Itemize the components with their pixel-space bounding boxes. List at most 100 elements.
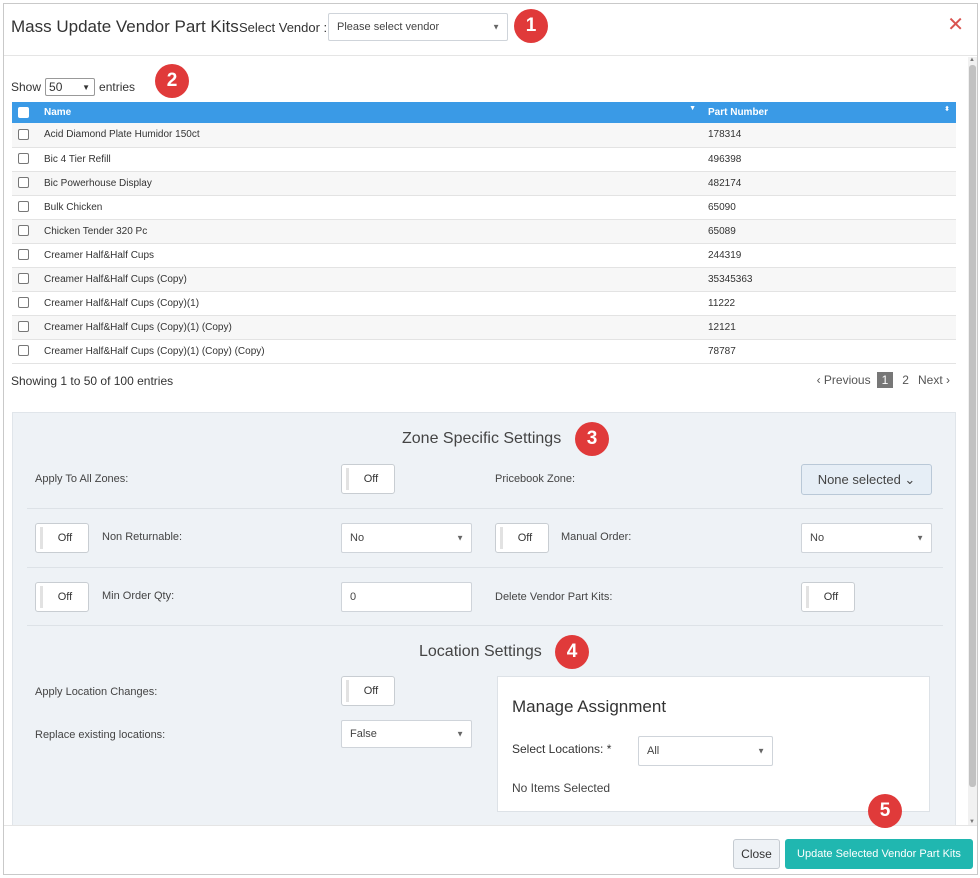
delete-vendor-part-kits-toggle[interactable]: Off bbox=[801, 582, 855, 612]
row-part-number: 11222 bbox=[708, 297, 736, 309]
row-name: Creamer Half&Half Cups bbox=[44, 249, 155, 261]
divider bbox=[27, 567, 943, 568]
zone-settings-title: Zone Specific Settings bbox=[402, 430, 562, 447]
entries-label: entries bbox=[99, 80, 136, 94]
pricebook-zone-label: Pricebook Zone: bbox=[495, 473, 576, 485]
update-selected-button[interactable]: Update Selected Vendor Part Kits bbox=[785, 839, 973, 869]
close-button[interactable]: Close bbox=[733, 839, 780, 869]
row-name: Creamer Half&Half Cups (Copy) bbox=[44, 273, 187, 285]
row-checkbox-cell bbox=[12, 339, 38, 363]
scrollbar-thumb[interactable] bbox=[969, 65, 976, 787]
row-checkbox[interactable] bbox=[18, 297, 29, 309]
row-part-number: 496398 bbox=[708, 153, 742, 165]
vendor-part-kits-table: Name ▼ Part Number ⬍ Acid Diamond Plate Hu… bbox=[12, 102, 956, 364]
row-checkbox-cell bbox=[12, 123, 38, 147]
divider bbox=[27, 508, 943, 509]
select-all-cell bbox=[12, 102, 38, 123]
row-checkbox[interactable] bbox=[18, 249, 29, 261]
row-checkbox[interactable] bbox=[18, 345, 29, 357]
table-row[interactable]: Acid Diamond Plate Humidor 150ct 178314 bbox=[12, 123, 956, 147]
previous-button[interactable]: ‹ Previous bbox=[817, 373, 871, 387]
step-badge-3: 3 bbox=[575, 422, 609, 456]
sort-desc-icon: ▼ bbox=[689, 105, 696, 112]
row-name: Bic 4 Tier Refill bbox=[44, 153, 111, 165]
vendor-select[interactable]: Please select vendor ▼ bbox=[328, 13, 508, 41]
non-returnable-toggle[interactable]: Off bbox=[35, 523, 89, 553]
table-row[interactable]: Chicken Tender 320 Pc 65089 bbox=[12, 219, 956, 243]
table-row[interactable]: Creamer Half&Half Cups (Copy)(1) (Copy) 1… bbox=[12, 315, 956, 339]
caret-down-icon: ▼ bbox=[82, 82, 91, 92]
row-name: Bic Powerhouse Display bbox=[44, 177, 152, 189]
row-checkbox[interactable] bbox=[18, 321, 29, 333]
row-part-number: 35345363 bbox=[708, 273, 753, 285]
row-part-number: 12121 bbox=[708, 321, 736, 333]
step-badge-4: 4 bbox=[555, 635, 589, 669]
close-icon[interactable]: ✕ bbox=[947, 15, 964, 35]
step-badge-2: 2 bbox=[155, 64, 189, 98]
row-name: Bulk Chicken bbox=[44, 201, 103, 213]
vertical-scrollbar[interactable]: ▲ ▼ bbox=[968, 57, 977, 825]
step-badge-5: 5 bbox=[868, 794, 902, 828]
row-checkbox[interactable] bbox=[18, 129, 29, 141]
select-locations-dropdown[interactable]: All ▼ bbox=[638, 736, 773, 766]
entries-select[interactable]: 50 ▼ bbox=[45, 78, 96, 96]
settings-panel: Zone Specific Settings 3 Apply To All Zo… bbox=[12, 412, 956, 825]
manual-order-toggle[interactable]: Off bbox=[495, 523, 549, 553]
replace-existing-locations-select[interactable]: False ▼ bbox=[341, 720, 472, 748]
table-row[interactable]: Creamer Half&Half Cups (Copy)(1) 11222 bbox=[12, 291, 956, 315]
select-locations-value: All bbox=[647, 745, 660, 757]
row-checkbox[interactable] bbox=[18, 273, 29, 285]
caret-down-icon: ▼ bbox=[456, 533, 464, 543]
scroll-up-icon[interactable]: ▲ bbox=[969, 57, 975, 63]
row-checkbox[interactable] bbox=[18, 225, 29, 237]
row-name: Chicken Tender 320 Pc bbox=[44, 225, 148, 237]
row-name: Creamer Half&Half Cups (Copy)(1) bbox=[44, 297, 200, 309]
manage-assignment-panel: Manage Assignment Select Locations: * Al… bbox=[497, 676, 930, 812]
delete-vendor-part-kits-label: Delete Vendor Part Kits: bbox=[495, 591, 613, 603]
row-checkbox-cell bbox=[12, 243, 38, 267]
caret-down-icon: ▼ bbox=[456, 729, 464, 739]
min-order-qty-toggle[interactable]: Off bbox=[35, 582, 89, 612]
table-row[interactable]: Creamer Half&Half Cups (Copy)(1) (Copy) … bbox=[12, 339, 956, 363]
row-part-number: 482174 bbox=[708, 177, 742, 189]
manage-assignment-title: Manage Assignment bbox=[512, 697, 667, 716]
min-order-qty-input[interactable]: 0 bbox=[341, 582, 472, 612]
page-1-button[interactable]: 1 bbox=[876, 372, 894, 388]
column-header-name[interactable]: Name ▼ bbox=[38, 102, 702, 123]
apply-location-changes-label: Apply Location Changes: bbox=[35, 686, 158, 698]
pricebook-zone-multiselect[interactable]: None selected ⌄ bbox=[801, 464, 932, 495]
table-row[interactable]: Creamer Half&Half Cups (Copy) 35345363 bbox=[12, 267, 956, 291]
min-order-qty-label: Min Order Qty: bbox=[102, 590, 175, 602]
apply-location-changes-toggle[interactable]: Off bbox=[341, 676, 395, 706]
modal-footer: Close Update Selected Vendor Part Kits bbox=[4, 825, 977, 874]
row-checkbox-cell bbox=[12, 219, 38, 243]
location-settings-title: Location Settings bbox=[419, 643, 542, 660]
column-header-part-number[interactable]: Part Number ⬍ bbox=[702, 102, 956, 123]
row-checkbox[interactable] bbox=[18, 201, 29, 213]
select-all-checkbox[interactable] bbox=[18, 106, 29, 118]
manual-order-select[interactable]: No ▼ bbox=[801, 523, 932, 553]
table-row[interactable]: Creamer Half&Half Cups 244319 bbox=[12, 243, 956, 267]
table-row[interactable]: Bic Powerhouse Display 482174 bbox=[12, 171, 956, 195]
row-name: Acid Diamond Plate Humidor 150ct bbox=[44, 129, 200, 141]
column-part-number-label: Part Number bbox=[708, 107, 769, 118]
row-checkbox-cell bbox=[12, 195, 38, 219]
table-row[interactable]: Bic 4 Tier Refill 496398 bbox=[12, 147, 956, 171]
next-button[interactable]: Next › bbox=[918, 373, 950, 387]
row-part-number: 244319 bbox=[708, 249, 742, 261]
column-name-label: Name bbox=[44, 107, 72, 118]
row-checkbox[interactable] bbox=[18, 153, 29, 165]
vendor-label: Select Vendor : bbox=[239, 20, 328, 35]
row-part-number: 178314 bbox=[708, 129, 742, 141]
divider bbox=[27, 625, 943, 626]
non-returnable-select[interactable]: No ▼ bbox=[341, 523, 472, 553]
table-header-row: Name ▼ Part Number ⬍ bbox=[12, 102, 956, 123]
apply-all-zones-toggle[interactable]: Off bbox=[341, 464, 395, 494]
row-checkbox-cell bbox=[12, 291, 38, 315]
row-checkbox-cell bbox=[12, 147, 38, 171]
modal-header: Mass Update Vendor Part Kits Select Vend… bbox=[4, 4, 977, 56]
page-2-button[interactable]: 2 bbox=[899, 372, 912, 388]
table-row[interactable]: Bulk Chicken 65090 bbox=[12, 195, 956, 219]
row-checkbox[interactable] bbox=[18, 177, 29, 189]
step-badge-1: 1 bbox=[514, 9, 548, 43]
